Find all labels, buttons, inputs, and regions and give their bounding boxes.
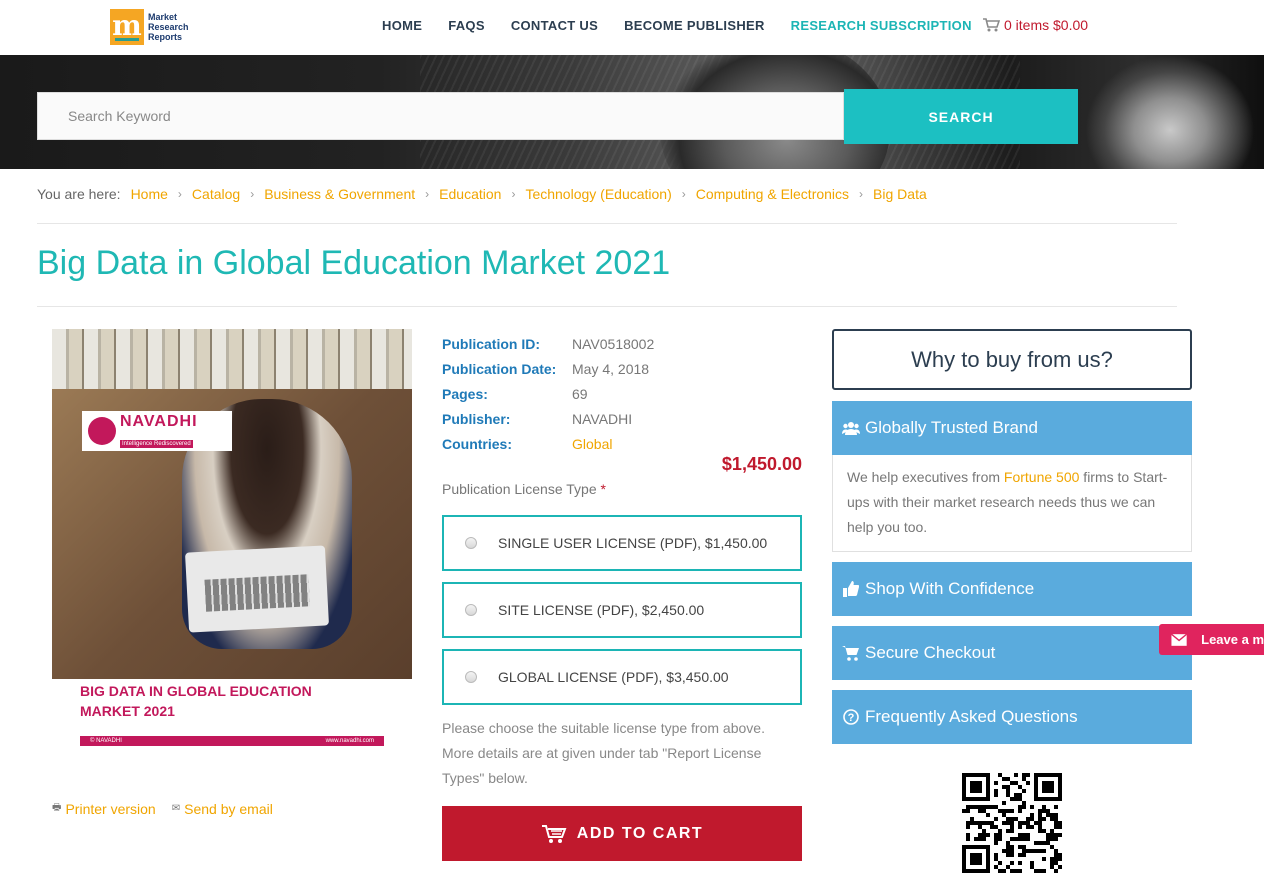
- divider: [37, 306, 1177, 307]
- breadcrumb-education[interactable]: Education: [439, 186, 501, 202]
- radio-button[interactable]: [465, 604, 477, 616]
- globally-trusted-brand: Globally Trusted Brand: [832, 401, 1192, 455]
- main-nav: HOME FAQS CONTACT US BECOME PUBLISHER RE…: [382, 18, 998, 33]
- chevron-right-icon: ›: [425, 187, 430, 201]
- breadcrumb-business-government[interactable]: Business & Government: [264, 186, 415, 202]
- cover-footer-bar: © NAVADHI www.navadhi.com: [80, 736, 384, 746]
- breadcrumb-computing-electronics[interactable]: Computing & Electronics: [696, 186, 849, 202]
- cart-link[interactable]: 0 items $0.00: [982, 17, 1088, 33]
- license-option-single-user[interactable]: SINGLE USER LICENSE (PDF), $1,450.00: [442, 515, 802, 571]
- nav-research-subscription[interactable]: RESEARCH SUBSCRIPTION: [791, 18, 972, 33]
- chevron-right-icon: ›: [859, 187, 864, 201]
- cart-summary: 0 items $0.00: [1004, 17, 1089, 33]
- breadcrumb-catalog[interactable]: Catalog: [192, 186, 240, 202]
- send-by-email-link[interactable]: ✉ Send by email: [172, 801, 273, 817]
- search-input[interactable]: Search Keyword: [37, 92, 844, 140]
- share-links: 🖶 Printer version ✉ Send by email: [52, 800, 289, 817]
- envelope-icon: [1171, 633, 1188, 646]
- license-option-site[interactable]: SITE LICENSE (PDF), $2,450.00: [442, 582, 802, 638]
- site-logo[interactable]: m Market Research Reports: [110, 8, 200, 46]
- chevron-right-icon: ›: [681, 187, 686, 201]
- shopping-cart-icon: [983, 18, 1000, 32]
- breadcrumb-technology-education[interactable]: Technology (Education): [525, 186, 671, 202]
- printer-version-link[interactable]: 🖶 Printer version: [52, 800, 156, 817]
- breadcrumb-big-data[interactable]: Big Data: [873, 186, 927, 202]
- shop-with-confidence[interactable]: Shop With Confidence: [832, 562, 1192, 616]
- publisher-badge: NAVADHI Intelligence Rediscovered: [82, 411, 232, 451]
- cart-icon: [541, 824, 567, 843]
- cart-icon: [842, 644, 860, 662]
- license-help-text: Please choose the suitable license type …: [442, 720, 765, 786]
- fortune-500-link[interactable]: Fortune 500: [1004, 469, 1080, 485]
- question-circle-icon: ?: [842, 708, 860, 726]
- breadcrumb: You are here: Home › Catalog › Business …: [37, 186, 927, 202]
- breadcrumb-home[interactable]: Home: [131, 186, 168, 202]
- publication-details: Publication ID: NAV0518002 Publication Da…: [442, 335, 655, 452]
- publisher-name: NAVADHI: [572, 410, 633, 427]
- publication-date: May 4, 2018: [572, 360, 650, 377]
- nav-contact-us[interactable]: CONTACT US: [511, 18, 598, 33]
- secure-checkout[interactable]: Secure Checkout: [832, 626, 1192, 680]
- why-buy-heading: Why to buy from us?: [832, 329, 1192, 390]
- chevron-right-icon: ›: [250, 187, 255, 201]
- printer-icon: 🖶: [52, 802, 62, 813]
- leave-message-tab[interactable]: Leave a m: [1159, 624, 1264, 655]
- add-to-cart-button[interactable]: ADD TO CART: [442, 806, 802, 861]
- page-title: Big Data in Global Education Market 2021: [37, 244, 671, 282]
- license-type-label: Publication License Type *: [442, 481, 606, 497]
- nav-become-publisher[interactable]: BECOME PUBLISHER: [624, 18, 765, 33]
- search-placeholder: Search Keyword: [68, 108, 171, 124]
- chevron-right-icon: ›: [511, 187, 516, 201]
- publication-id: NAV0518002: [572, 335, 655, 352]
- nav-home[interactable]: HOME: [382, 18, 422, 33]
- breadcrumb-prefix: You are here:: [37, 186, 121, 202]
- cover-title: BIG DATA IN GLOBAL EDUCATION MARKET 2021: [80, 683, 312, 719]
- tree-logo-icon: [88, 417, 116, 445]
- search-button[interactable]: SEARCH: [844, 89, 1078, 144]
- countries-link[interactable]: Global: [572, 436, 612, 452]
- price: $1,450.00: [721, 454, 802, 474]
- logo-mark: m: [110, 9, 144, 45]
- qr-code: [962, 773, 1062, 873]
- frequently-asked-questions[interactable]: ? Frequently Asked Questions: [832, 690, 1192, 744]
- license-option-global[interactable]: GLOBAL LICENSE (PDF), $3,450.00: [442, 649, 802, 705]
- logo-text: Market Research Reports: [148, 12, 189, 42]
- users-icon: [842, 419, 860, 437]
- top-navbar: m Market Research Reports HOME FAQS CONT…: [0, 0, 1264, 55]
- report-cover-image: NAVADHI Intelligence Rediscovered BIG DA…: [52, 329, 412, 788]
- radio-button[interactable]: [465, 537, 477, 549]
- divider: [37, 223, 1177, 224]
- envelope-icon: ✉: [171, 803, 181, 814]
- chevron-right-icon: ›: [177, 187, 182, 201]
- thumbs-up-icon: [842, 580, 860, 598]
- page-count: 69: [572, 385, 588, 402]
- radio-button[interactable]: [465, 671, 477, 683]
- nav-faqs[interactable]: FAQS: [448, 18, 485, 33]
- trusted-brand-description: We help executives from Fortune 500 firm…: [832, 455, 1192, 552]
- svg-text:?: ?: [848, 712, 855, 724]
